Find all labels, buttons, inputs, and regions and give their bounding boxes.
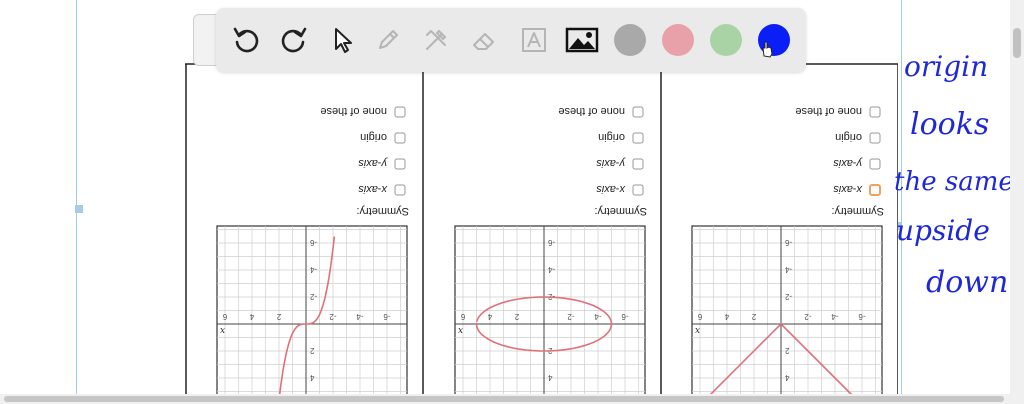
worksheet-svg: -6 -6 -4 -4 -2 -2 2 2 4 4 6 x Symmetry: x-axis y-axis o… (185, 62, 899, 404)
rotated-worksheet: -6 -6 -4 -4 -2 -2 2 2 4 4 6 x Symmetry: x-axis y-axis o… (185, 62, 899, 404)
x-tick-label: -2 (567, 312, 575, 321)
x-tick-label: 6 (697, 312, 702, 321)
x-tick-label: -6 (621, 312, 629, 321)
x-axis-label: x (458, 325, 463, 335)
x-tick-label: -4 (594, 312, 602, 321)
redo-button[interactable] (276, 22, 312, 58)
undo-button[interactable] (228, 22, 264, 58)
y-tick-label: -4 (309, 265, 317, 274)
y-tick-label: -2 (309, 292, 317, 301)
x-tick-label: -4 (831, 312, 839, 321)
x-tick-label: -6 (858, 312, 866, 321)
symmetry-checkbox[interactable] (394, 158, 406, 170)
vertical-scroll-thumb[interactable] (1013, 28, 1021, 58)
x-tick-label: -2 (329, 312, 337, 321)
annotation-line-4: upside (896, 214, 990, 247)
symmetry-option-label: x-axis (833, 183, 863, 195)
symmetry-checkbox[interactable] (869, 106, 881, 118)
y-tick-label: -6 (309, 238, 317, 247)
worksheet-image: -6 -6 -4 -4 -2 -2 2 2 4 4 6 x Symmetry: x-axis y-axis o… (185, 62, 899, 404)
symmetry-checkbox[interactable] (869, 132, 881, 144)
symmetry-option-label: y-axis (358, 157, 388, 169)
symmetry-label: Symmetry: (831, 205, 884, 217)
symmetry-checkbox[interactable] (394, 132, 406, 144)
pen-icon (379, 30, 398, 49)
x-tick-label: -2 (804, 312, 812, 321)
symmetry-checkbox[interactable] (632, 132, 644, 144)
vertical-scrollbar[interactable] (1010, 0, 1024, 404)
symmetry-option-label: none of these (558, 105, 625, 117)
hand-cursor-icon (762, 41, 773, 58)
color-swatch-gray[interactable] (614, 24, 646, 56)
select-pointer-icon (335, 28, 352, 53)
x-tick-label: 6 (222, 312, 227, 321)
symmetry-option-label: origin (598, 131, 625, 143)
tools-icon (426, 29, 447, 50)
y-tick-label: 2 (309, 346, 314, 355)
symmetry-checkbox[interactable] (394, 106, 406, 118)
symmetry-option-label: none of these (320, 105, 387, 117)
x-tick-label: 4 (724, 312, 729, 321)
symmetry-label: Symmetry: (356, 205, 409, 217)
image-icon (565, 27, 599, 53)
eraser-button[interactable] (466, 22, 502, 58)
symmetry-option-label: y-axis (833, 157, 863, 169)
drawing-toolbar (216, 8, 806, 72)
symmetry-option-label: x-axis (596, 183, 626, 195)
color-swatch-pink[interactable] (662, 24, 694, 56)
symmetry-checkbox[interactable] (632, 106, 644, 118)
horizontal-scroll-thumb[interactable] (4, 396, 1004, 402)
tools-button[interactable] (418, 22, 454, 58)
y-tick-label: 2 (784, 346, 789, 355)
symmetry-checkbox[interactable] (632, 184, 644, 196)
annotation-line-5: down (926, 265, 1008, 300)
text-icon (522, 28, 546, 52)
symmetry-option-label: none of these (795, 105, 862, 117)
color-swatch-green[interactable] (710, 24, 742, 56)
x-tick-label: 6 (460, 312, 465, 321)
y-tick-label: -6 (784, 238, 792, 247)
symmetry-checkbox[interactable] (632, 158, 644, 170)
x-axis-label: x (220, 325, 225, 335)
undo-icon (233, 27, 259, 53)
symmetry-option-label: x-axis (358, 183, 388, 195)
select-tool-button[interactable] (324, 22, 360, 58)
image-tool-button[interactable] (564, 22, 600, 58)
annotation-line-1: origin (904, 50, 988, 83)
symmetry-label: Symmetry: (594, 205, 647, 217)
y-tick-label: 4 (784, 373, 789, 382)
y-tick-label: 4 (547, 373, 552, 382)
symmetry-option-label: origin (835, 131, 862, 143)
x-tick-label: 4 (487, 312, 492, 321)
text-tool-button[interactable] (516, 22, 552, 58)
symmetry-checkbox[interactable] (869, 184, 881, 196)
symmetry-checkbox[interactable] (869, 158, 881, 170)
handwritten-annotation: origin looks the same upside down (894, 50, 1014, 300)
horizontal-scrollbar[interactable] (0, 394, 1024, 404)
eraser-icon (473, 33, 494, 50)
symmetry-option-label: origin (360, 131, 387, 143)
x-tick-label: -6 (383, 312, 391, 321)
annotation-line-2: looks (910, 107, 989, 142)
x-tick-label: 2 (751, 312, 756, 321)
x-tick-label: 2 (514, 312, 519, 321)
y-tick-label: -4 (547, 265, 555, 274)
x-tick-label: -4 (356, 312, 364, 321)
y-tick-label: -2 (784, 292, 792, 301)
x-tick-label: 2 (276, 312, 281, 321)
pen-tool-button[interactable] (370, 22, 406, 58)
y-tick-label: -4 (784, 265, 792, 274)
x-axis-label: x (695, 325, 700, 335)
x-tick-label: 4 (249, 312, 254, 321)
y-tick-label: 4 (309, 373, 314, 382)
symmetry-option-label: y-axis (596, 157, 626, 169)
left-margin-guide (76, 0, 77, 404)
annotation-line-3: the same (894, 167, 1014, 197)
redo-icon (281, 27, 307, 53)
left-resize-handle[interactable] (75, 205, 83, 213)
y-tick-label: -6 (547, 238, 555, 247)
symmetry-checkbox[interactable] (394, 184, 406, 196)
